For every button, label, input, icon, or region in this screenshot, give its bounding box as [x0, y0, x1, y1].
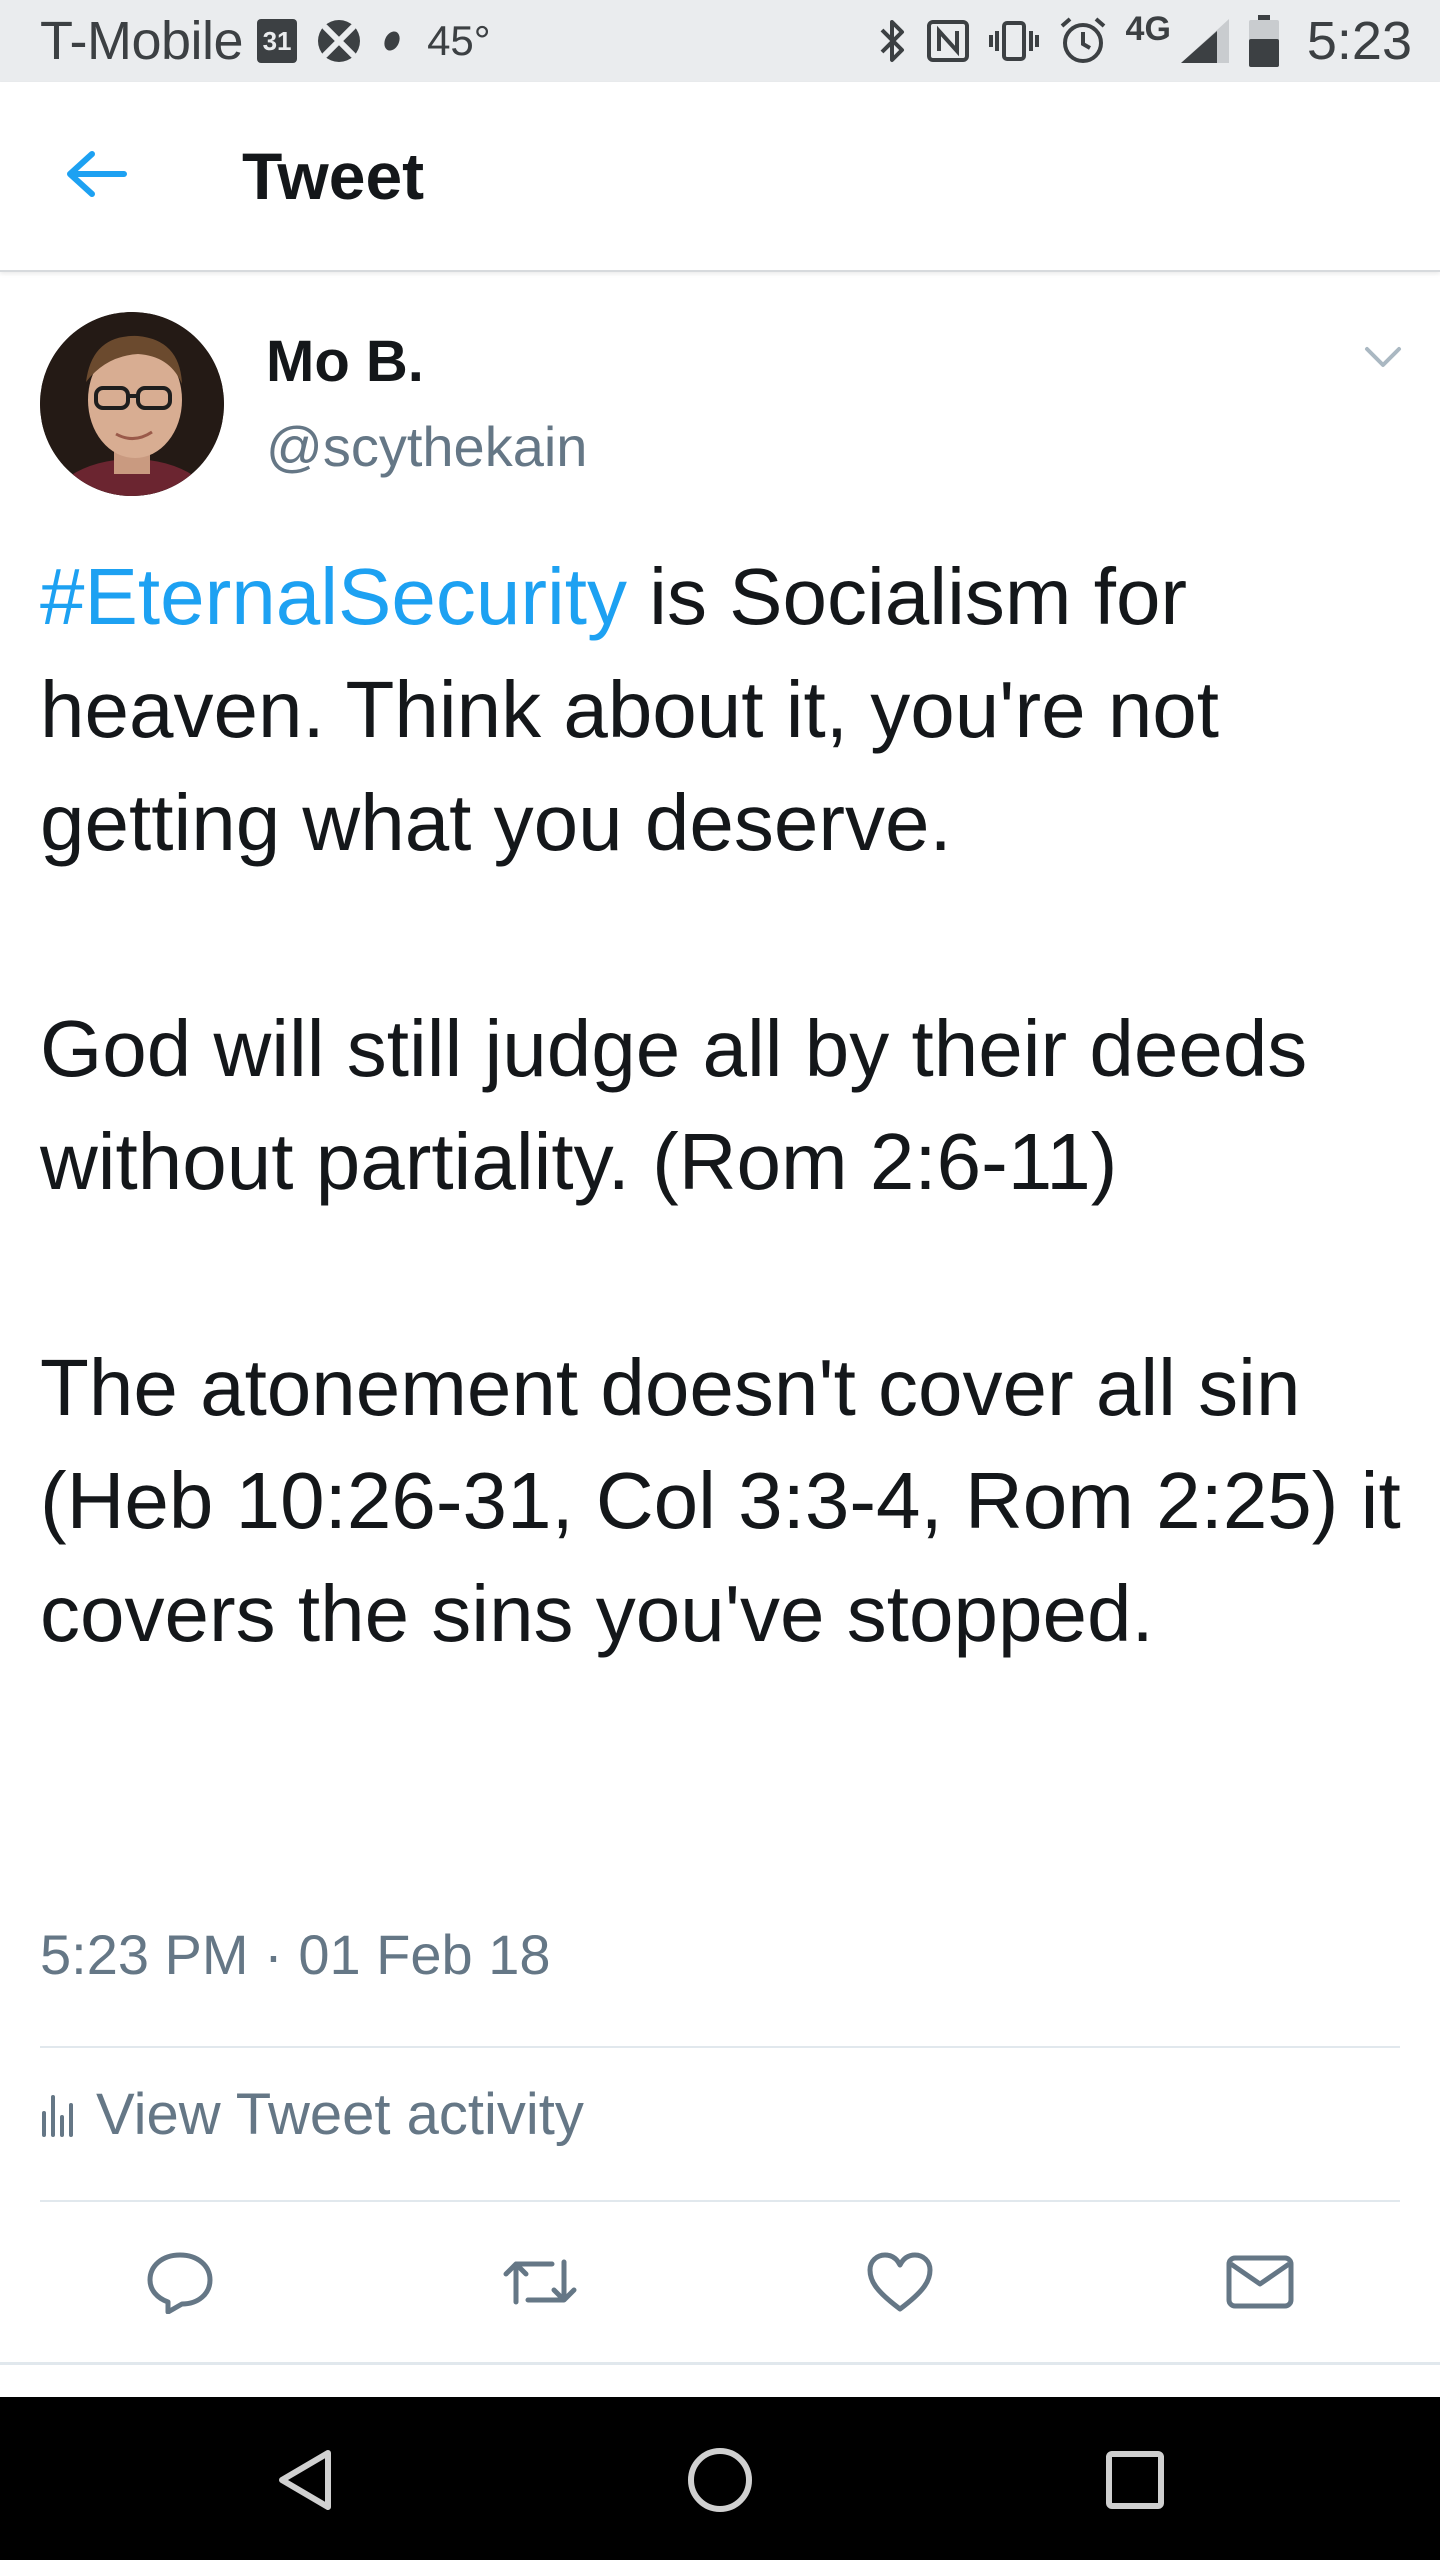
- xbox-icon: [315, 17, 363, 65]
- status-bar-left: T-Mobile 31 45°: [40, 10, 491, 72]
- like-icon: [866, 2251, 934, 2318]
- page-title: Tweet: [242, 139, 425, 213]
- signal-icon: [1179, 17, 1231, 65]
- retweet-button[interactable]: [500, 2244, 580, 2324]
- tweet-options-button[interactable]: [1356, 332, 1410, 386]
- reply-button[interactable]: [140, 2244, 220, 2324]
- author-handle[interactable]: @scythekain: [266, 414, 587, 479]
- tweet-detail: Mo B. @scythekain #EternalSecurity is So…: [0, 272, 1440, 2314]
- tweet-paragraph-2: God will still judge all by their deeds …: [40, 1004, 1308, 1206]
- square-recents-icon: [1103, 2448, 1167, 2517]
- battery-icon: [1248, 15, 1279, 67]
- nfc-icon: [926, 19, 970, 63]
- tweet-paragraph-1: #EternalSecurity is Socialism for heaven…: [40, 540, 1410, 879]
- nav-home-button[interactable]: [675, 2437, 765, 2527]
- tweet-author-row: Mo B. @scythekain: [0, 272, 1440, 512]
- view-tweet-activity-label: View Tweet activity: [96, 2081, 584, 2147]
- tweet-paragraph-3: The atonement doesn't cover all sin (Heb…: [40, 1343, 1401, 1658]
- view-tweet-activity-button[interactable]: View Tweet activity: [40, 2048, 1400, 2180]
- temperature-label: 45°: [427, 17, 491, 64]
- bar-chart-icon: [40, 2087, 74, 2142]
- back-button[interactable]: [40, 120, 152, 232]
- clock-label: 5:23: [1306, 11, 1412, 71]
- direct-message-icon: [1225, 2254, 1295, 2315]
- retweet-icon: [500, 2252, 580, 2317]
- arrow-left-icon: [64, 150, 128, 203]
- reply-icon: [146, 2250, 214, 2319]
- app-header: Tweet: [0, 82, 1440, 272]
- avatar[interactable]: [40, 312, 224, 496]
- bluetooth-icon: [878, 18, 908, 64]
- nav-recents-button[interactable]: [1090, 2437, 1180, 2527]
- hashtag-link[interactable]: #EternalSecurity: [40, 552, 627, 641]
- location-dot-icon: [381, 26, 403, 56]
- system-nav-bar: [0, 2397, 1440, 2560]
- tweet-timestamp: 5:23 PM · 01 Feb 18: [40, 1923, 551, 1986]
- divider: [0, 2362, 1440, 2365]
- direct-message-button[interactable]: [1220, 2244, 1300, 2324]
- circle-home-icon: [685, 2445, 755, 2520]
- network-type-label: 4G: [1125, 9, 1171, 48]
- alarm-icon: [1058, 16, 1108, 66]
- status-bar: T-Mobile 31 45° 4G 5:23: [0, 0, 1440, 82]
- tweet-text: #EternalSecurity is Socialism for heaven…: [40, 540, 1410, 1670]
- triangle-back-icon: [272, 2445, 342, 2520]
- status-bar-right: 4G 5:23: [878, 10, 1412, 72]
- calendar-icon: 31: [257, 19, 298, 63]
- tweet-action-bar: [0, 2202, 1440, 2352]
- nav-back-button[interactable]: [262, 2437, 352, 2527]
- like-button[interactable]: [860, 2244, 940, 2324]
- chevron-down-icon: [1363, 345, 1403, 374]
- carrier-label: T-Mobile: [40, 11, 244, 71]
- author-name[interactable]: Mo B.: [266, 328, 424, 395]
- vibrate-icon: [988, 19, 1040, 63]
